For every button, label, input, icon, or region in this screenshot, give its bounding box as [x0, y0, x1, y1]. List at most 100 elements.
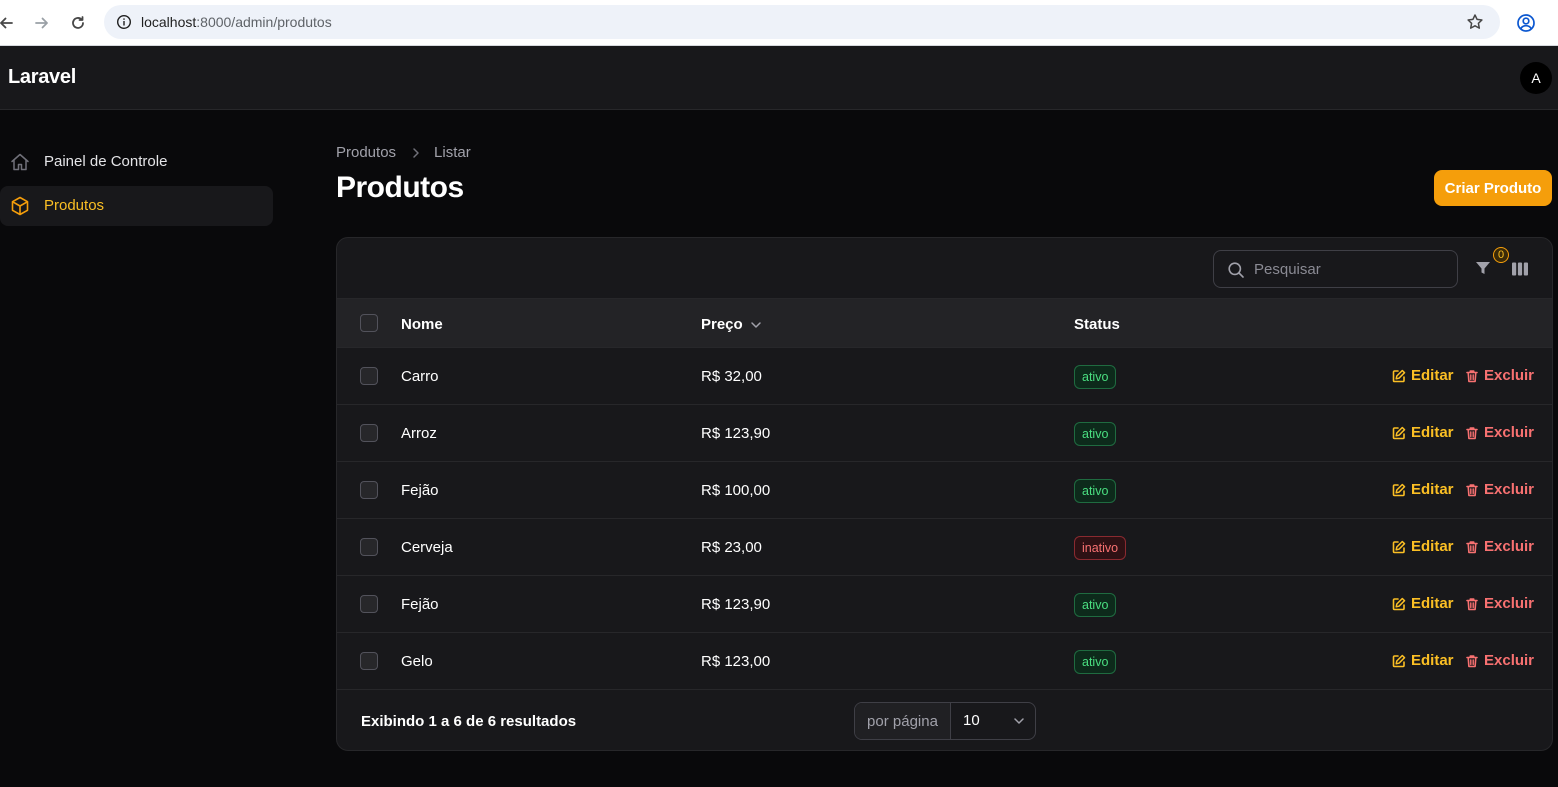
- breadcrumb-item-produtos[interactable]: Produtos: [336, 144, 396, 161]
- table-row: Cerveja R$ 23,00 inativo Editar Excluir: [337, 519, 1552, 576]
- cell-nome: Fejão: [401, 482, 439, 499]
- trash-icon: [1464, 596, 1479, 611]
- url-path: :8000/admin/produtos: [196, 14, 332, 30]
- delete-button[interactable]: Excluir: [1464, 481, 1534, 498]
- forward-arrow-icon[interactable]: [30, 11, 54, 35]
- edit-label: Editar: [1411, 538, 1454, 555]
- edit-icon: [1391, 596, 1406, 611]
- row-checkbox[interactable]: [360, 538, 378, 556]
- cell-preco: R$ 100,00: [701, 482, 771, 499]
- table-row: Fejão R$ 100,00 ativo Editar Excluir: [337, 462, 1552, 519]
- products-table: 0 Nome Preço Status Carro R$ 32,00 ativo Ed…: [336, 237, 1553, 751]
- edit-icon: [1391, 482, 1406, 497]
- table-toolbar: 0: [337, 238, 1552, 299]
- site-info-icon[interactable]: [112, 10, 136, 34]
- table-row: Carro R$ 32,00 ativo Editar Excluir: [337, 348, 1552, 405]
- home-icon: [8, 150, 32, 174]
- brand-logo[interactable]: Laravel: [8, 66, 76, 89]
- delete-button[interactable]: Excluir: [1464, 424, 1534, 441]
- row-checkbox[interactable]: [360, 481, 378, 499]
- columns-icon[interactable]: [1509, 258, 1531, 280]
- create-product-button[interactable]: Criar Produto: [1434, 170, 1552, 206]
- per-page-select[interactable]: por página 10: [854, 702, 1036, 740]
- edit-button[interactable]: Editar: [1391, 595, 1454, 612]
- edit-button[interactable]: Editar: [1391, 481, 1454, 498]
- column-header-status: Status: [1074, 316, 1120, 333]
- table-footer: Exibindo 1 a 6 de 6 resultados por págin…: [337, 690, 1552, 750]
- delete-label: Excluir: [1484, 538, 1535, 555]
- bookmark-star-icon[interactable]: [1464, 11, 1486, 33]
- edit-icon: [1391, 368, 1406, 383]
- edit-icon: [1391, 425, 1406, 440]
- trash-icon: [1464, 425, 1479, 440]
- filter-icon[interactable]: [1472, 257, 1494, 279]
- cell-nome: Cerveja: [401, 539, 453, 556]
- table-row: Gelo R$ 123,00 ativo Editar Excluir: [337, 633, 1552, 690]
- results-count: Exibindo 1 a 6 de 6 resultados: [361, 713, 577, 730]
- address-bar[interactable]: localhost:8000/admin/produtos: [104, 5, 1500, 39]
- cell-preco: R$ 23,00: [701, 539, 762, 556]
- sidebar-item-dashboard[interactable]: Painel de Controle: [0, 142, 273, 182]
- trash-icon: [1464, 539, 1479, 554]
- per-page-label: por página: [855, 703, 951, 739]
- search-icon: [1226, 260, 1246, 280]
- delete-button[interactable]: Excluir: [1464, 595, 1534, 612]
- browser-toolbar: localhost:8000/admin/produtos: [0, 0, 1558, 46]
- table-row: Fejão R$ 123,90 ativo Editar Excluir: [337, 576, 1552, 633]
- row-checkbox[interactable]: [360, 424, 378, 442]
- trash-icon: [1464, 482, 1479, 497]
- cube-icon: [8, 194, 32, 218]
- row-checkbox[interactable]: [360, 367, 378, 385]
- status-badge: ativo: [1074, 422, 1117, 446]
- edit-label: Editar: [1411, 367, 1454, 384]
- delete-label: Excluir: [1484, 367, 1535, 384]
- status-badge: ativo: [1074, 365, 1117, 389]
- column-header-nome[interactable]: Nome: [401, 316, 443, 333]
- table-row: Arroz R$ 123,90 ativo Editar Excluir: [337, 405, 1552, 462]
- browser-profile-icon[interactable]: [1514, 11, 1538, 35]
- row-checkbox[interactable]: [360, 595, 378, 613]
- sidebar-item-produtos[interactable]: Produtos: [0, 186, 273, 226]
- status-badge: ativo: [1074, 650, 1117, 674]
- delete-button[interactable]: Excluir: [1464, 538, 1534, 555]
- cell-nome: Fejão: [401, 596, 439, 613]
- app-topbar: Laravel A: [0, 46, 1558, 110]
- trash-icon: [1464, 653, 1479, 668]
- reload-icon[interactable]: [66, 11, 90, 35]
- row-checkbox[interactable]: [360, 652, 378, 670]
- edit-button[interactable]: Editar: [1391, 424, 1454, 441]
- column-header-label: Preço: [701, 316, 743, 333]
- edit-label: Editar: [1411, 424, 1454, 441]
- column-header-preco[interactable]: Preço: [701, 316, 762, 333]
- select-all-checkbox[interactable]: [360, 314, 378, 332]
- edit-icon: [1391, 539, 1406, 554]
- status-badge: ativo: [1074, 593, 1117, 617]
- cell-preco: R$ 32,00: [701, 368, 762, 385]
- chevron-right-icon: [410, 147, 422, 159]
- edit-button[interactable]: Editar: [1391, 652, 1454, 669]
- cell-preco: R$ 123,90: [701, 596, 771, 613]
- status-badge: ativo: [1074, 479, 1117, 503]
- search-box[interactable]: [1213, 250, 1458, 288]
- chevron-down-icon: [750, 319, 762, 331]
- edit-label: Editar: [1411, 595, 1454, 612]
- url-host: localhost: [141, 14, 197, 30]
- delete-button[interactable]: Excluir: [1464, 652, 1534, 669]
- chevron-down-icon: [1011, 713, 1027, 729]
- cell-nome: Gelo: [401, 653, 433, 670]
- per-page-value[interactable]: 10: [963, 712, 980, 729]
- delete-label: Excluir: [1484, 595, 1535, 612]
- table-header: Nome Preço Status: [337, 299, 1552, 348]
- breadcrumb-item-listar: Listar: [434, 144, 471, 161]
- sidebar-item-label: Painel de Controle: [44, 153, 168, 170]
- user-avatar[interactable]: A: [1520, 62, 1552, 94]
- delete-label: Excluir: [1484, 652, 1535, 669]
- edit-button[interactable]: Editar: [1391, 367, 1454, 384]
- edit-button[interactable]: Editar: [1391, 538, 1454, 555]
- delete-button[interactable]: Excluir: [1464, 367, 1534, 384]
- search-input[interactable]: [1254, 251, 1449, 287]
- back-arrow-icon[interactable]: [0, 11, 18, 35]
- edit-label: Editar: [1411, 652, 1454, 669]
- sidebar-item-label: Produtos: [44, 197, 105, 214]
- delete-label: Excluir: [1484, 424, 1535, 441]
